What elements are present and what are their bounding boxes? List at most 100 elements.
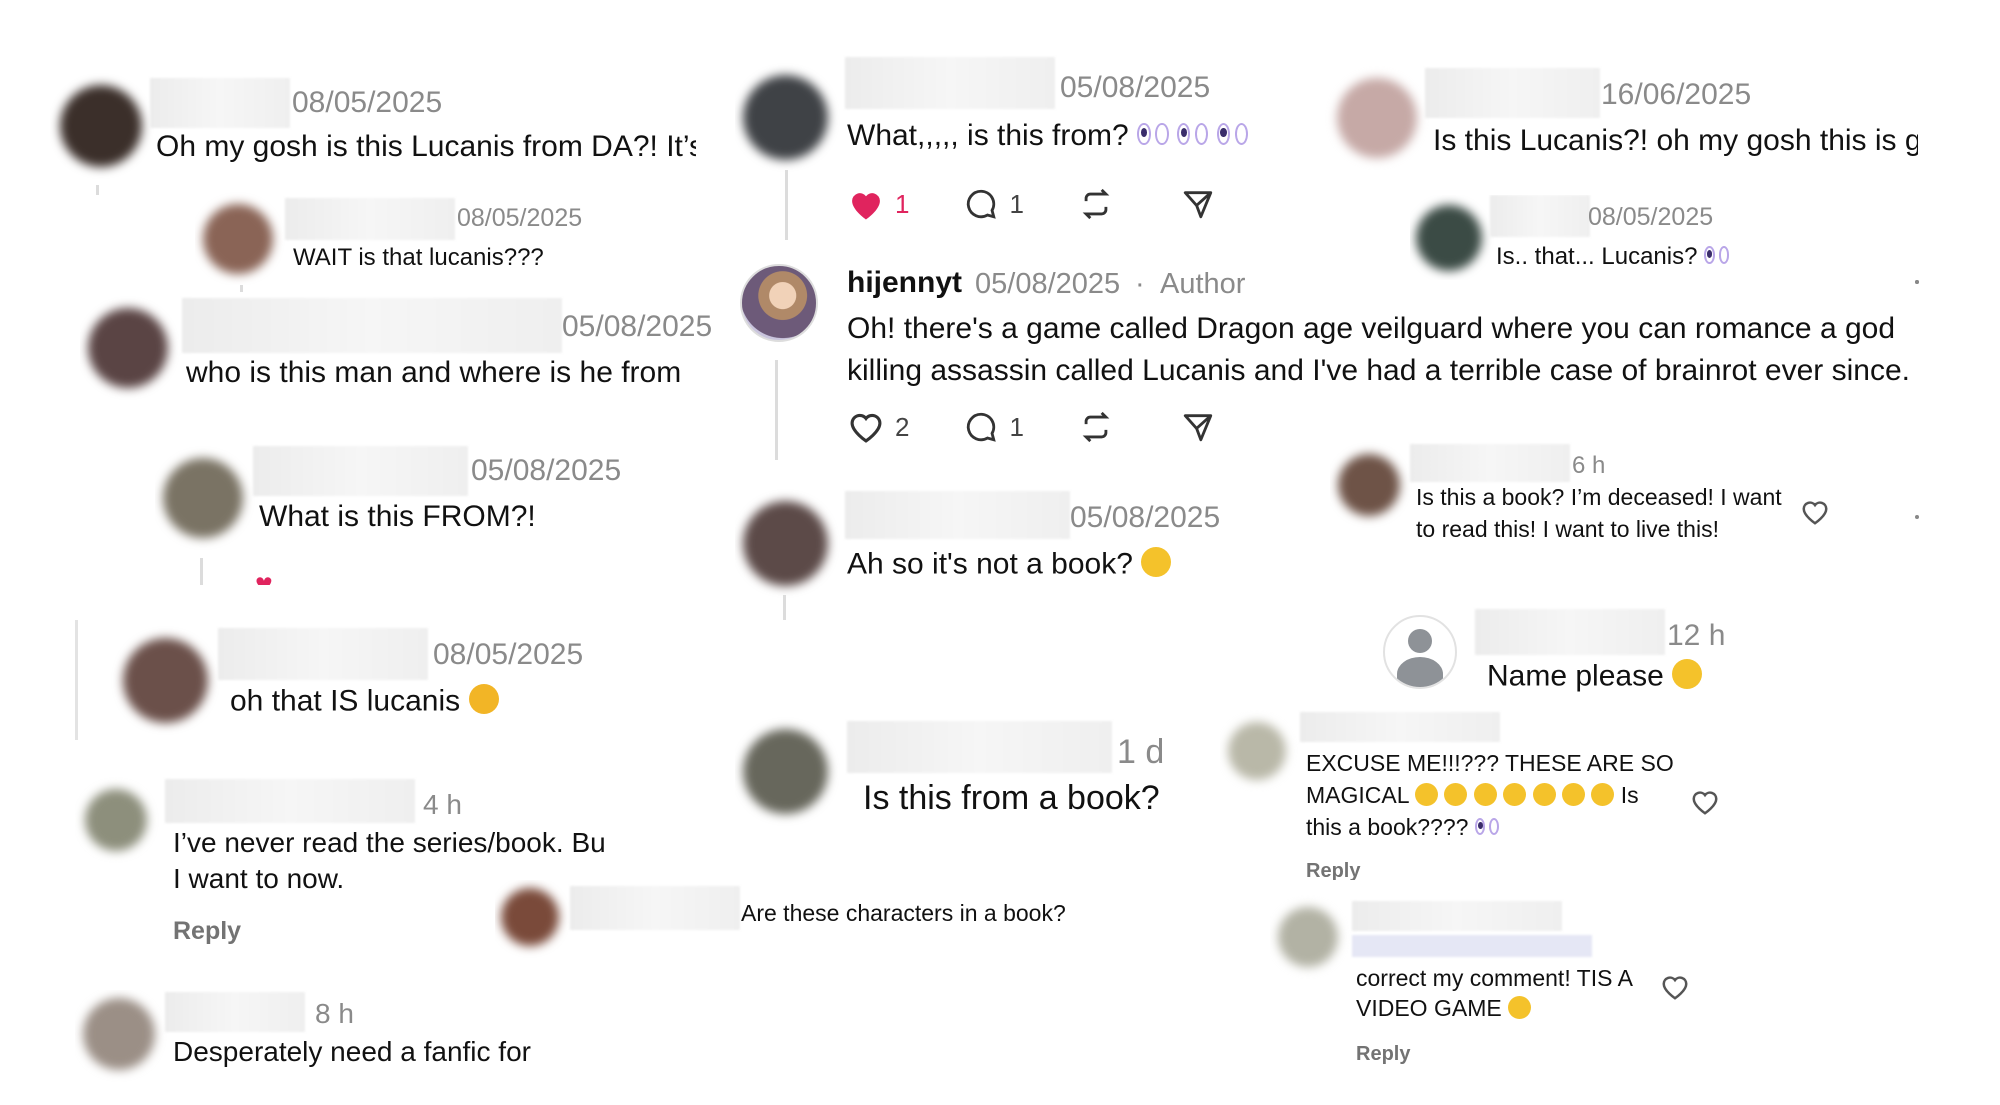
eyes-emoji <box>1474 817 1500 836</box>
comment-date: 08/05/2025 <box>457 204 583 232</box>
avatar[interactable] <box>83 998 155 1070</box>
username-blurred[interactable] <box>150 78 290 128</box>
comment-icon[interactable] <box>963 410 999 444</box>
username-blurred[interactable] <box>1410 444 1570 482</box>
comment-time: 8 h <box>315 998 354 1029</box>
username-blurred[interactable] <box>218 628 428 680</box>
author-name[interactable]: hijennyt <box>847 266 962 300</box>
username-blurred[interactable] <box>570 886 740 930</box>
heart-eyes-emoji <box>1591 782 1615 806</box>
reply-button[interactable]: Reply <box>1306 860 1360 880</box>
heart-icon[interactable] <box>847 187 885 221</box>
comment-text-body: What,,,,, is this from? <box>847 119 1129 152</box>
heart-eyes-emoji <box>1562 782 1586 806</box>
comment-text-line2: I want to now. <box>173 863 345 894</box>
thread-line <box>200 558 203 585</box>
author-date: 05/08/2025 <box>975 268 1121 300</box>
comment-snippet: 08/05/2025 Is.. that... Lucanis? <box>1410 195 1740 280</box>
avatar[interactable] <box>743 75 828 160</box>
username-blurred[interactable] <box>847 721 1112 773</box>
like-heart-icon[interactable] <box>1660 973 1690 1001</box>
pleading-emoji <box>1473 782 1497 806</box>
comment-date: 08/05/2025 <box>292 86 443 119</box>
thread-line <box>775 360 778 460</box>
comment-text: Is this from a book? <box>863 779 1160 817</box>
comment-text: Are these characters in a book? <box>741 900 1066 926</box>
comment-text-body: Ah so it's not a book? <box>847 547 1133 581</box>
comment-text: oh that IS lucanis <box>230 684 499 718</box>
comment-count: 1 <box>1009 188 1024 219</box>
avatar[interactable] <box>743 501 828 586</box>
comment-text: WAIT is that lucanis??? <box>293 244 544 271</box>
avatar[interactable] <box>123 638 208 723</box>
comment-text: Is this Lucanis?! oh my gosh this is gc <box>1433 124 1918 157</box>
author-avatar[interactable] <box>740 264 818 342</box>
heart-icon[interactable] <box>847 410 885 444</box>
comment-text-line1: EXCUSE ME!!!??? THESE ARE SO <box>1306 750 1674 776</box>
thread-line <box>96 185 99 195</box>
username-blurred[interactable] <box>253 446 468 496</box>
thread-line <box>785 170 788 240</box>
reply-button[interactable]: Reply <box>1356 1043 1410 1066</box>
avatar[interactable] <box>88 308 168 388</box>
comment-text-line2: to read this! I want to live this! <box>1416 516 1719 542</box>
thread-line <box>783 595 786 620</box>
more-options-icon[interactable] <box>1915 515 1919 519</box>
avatar[interactable] <box>743 729 828 814</box>
comment-time: 6 h <box>1572 452 1606 479</box>
heart-eyes-emoji <box>1672 659 1703 689</box>
username-blurred[interactable] <box>182 298 562 353</box>
share-icon[interactable] <box>1180 410 1216 444</box>
comment-text: What is this FROM?! <box>259 500 536 533</box>
avatar[interactable] <box>60 85 142 167</box>
comment-text-tail: Is <box>1620 782 1639 808</box>
comment-snippet: 05/08/2025 What,,,,, is this from? 1 1 <box>735 55 1275 240</box>
reply-button[interactable]: Reply <box>173 917 241 946</box>
comment-text: Is.. that... Lucanis? <box>1496 243 1730 271</box>
comment-count: 1 <box>1009 411 1024 442</box>
avatar[interactable] <box>203 204 273 274</box>
username-blurred[interactable] <box>1352 901 1562 931</box>
username-blurred[interactable] <box>845 57 1055 109</box>
author-badge: Author <box>1160 268 1246 300</box>
default-avatar-icon[interactable] <box>1383 615 1457 689</box>
username-blurred[interactable] <box>165 992 305 1032</box>
heart-icon[interactable]: ♥ <box>255 568 273 585</box>
comment-text-line1: correct my comment! TIS A <box>1356 965 1633 991</box>
like-heart-icon[interactable] <box>1800 498 1830 526</box>
repost-icon[interactable] <box>1078 187 1114 221</box>
comment-date: 05/08/2025 <box>562 310 713 343</box>
username-blurred[interactable] <box>165 779 415 823</box>
avatar[interactable] <box>1338 454 1400 516</box>
username-blurred[interactable] <box>285 198 455 240</box>
avatar[interactable] <box>1337 78 1417 158</box>
username-blurred[interactable] <box>1475 609 1665 655</box>
comment-snippet: 08/05/2025 oh that IS lucanis <box>75 620 618 740</box>
avatar[interactable] <box>85 789 147 851</box>
share-icon[interactable] <box>1180 187 1216 221</box>
username-blurred[interactable] <box>1425 68 1600 118</box>
avatar[interactable] <box>1278 907 1338 967</box>
eyes-emoji <box>1176 122 1209 147</box>
repost-icon[interactable] <box>1078 410 1114 444</box>
avatar[interactable] <box>1228 722 1286 780</box>
comment-date: 16/06/2025 <box>1601 78 1752 111</box>
crying-emoji <box>1444 782 1468 806</box>
avatar[interactable] <box>163 458 243 538</box>
comment-text: Name please <box>1487 659 1703 693</box>
more-options-icon[interactable] <box>1915 280 1919 284</box>
like-heart-icon[interactable] <box>1690 788 1720 816</box>
comment-snippet: 6 h Is this a book? I’m deceased! I want… <box>1330 440 1900 550</box>
comment-date: 08/05/2025 <box>433 638 584 671</box>
username-blurred[interactable] <box>1300 712 1500 742</box>
eyes-emoji <box>1137 122 1169 147</box>
action-bar: 2 1 <box>847 410 1216 444</box>
avatar[interactable] <box>501 888 559 946</box>
avatar[interactable] <box>1416 205 1482 271</box>
comment-snippet: 08/05/2025 Oh my gosh is this Lucanis fr… <box>50 70 700 185</box>
username-blurred[interactable] <box>1490 195 1590 237</box>
comment-icon[interactable] <box>963 187 999 221</box>
comment-date: 05/08/2025 <box>1070 501 1221 534</box>
comment-time: 1 d <box>1117 733 1165 771</box>
username-blurred[interactable] <box>845 491 1070 539</box>
